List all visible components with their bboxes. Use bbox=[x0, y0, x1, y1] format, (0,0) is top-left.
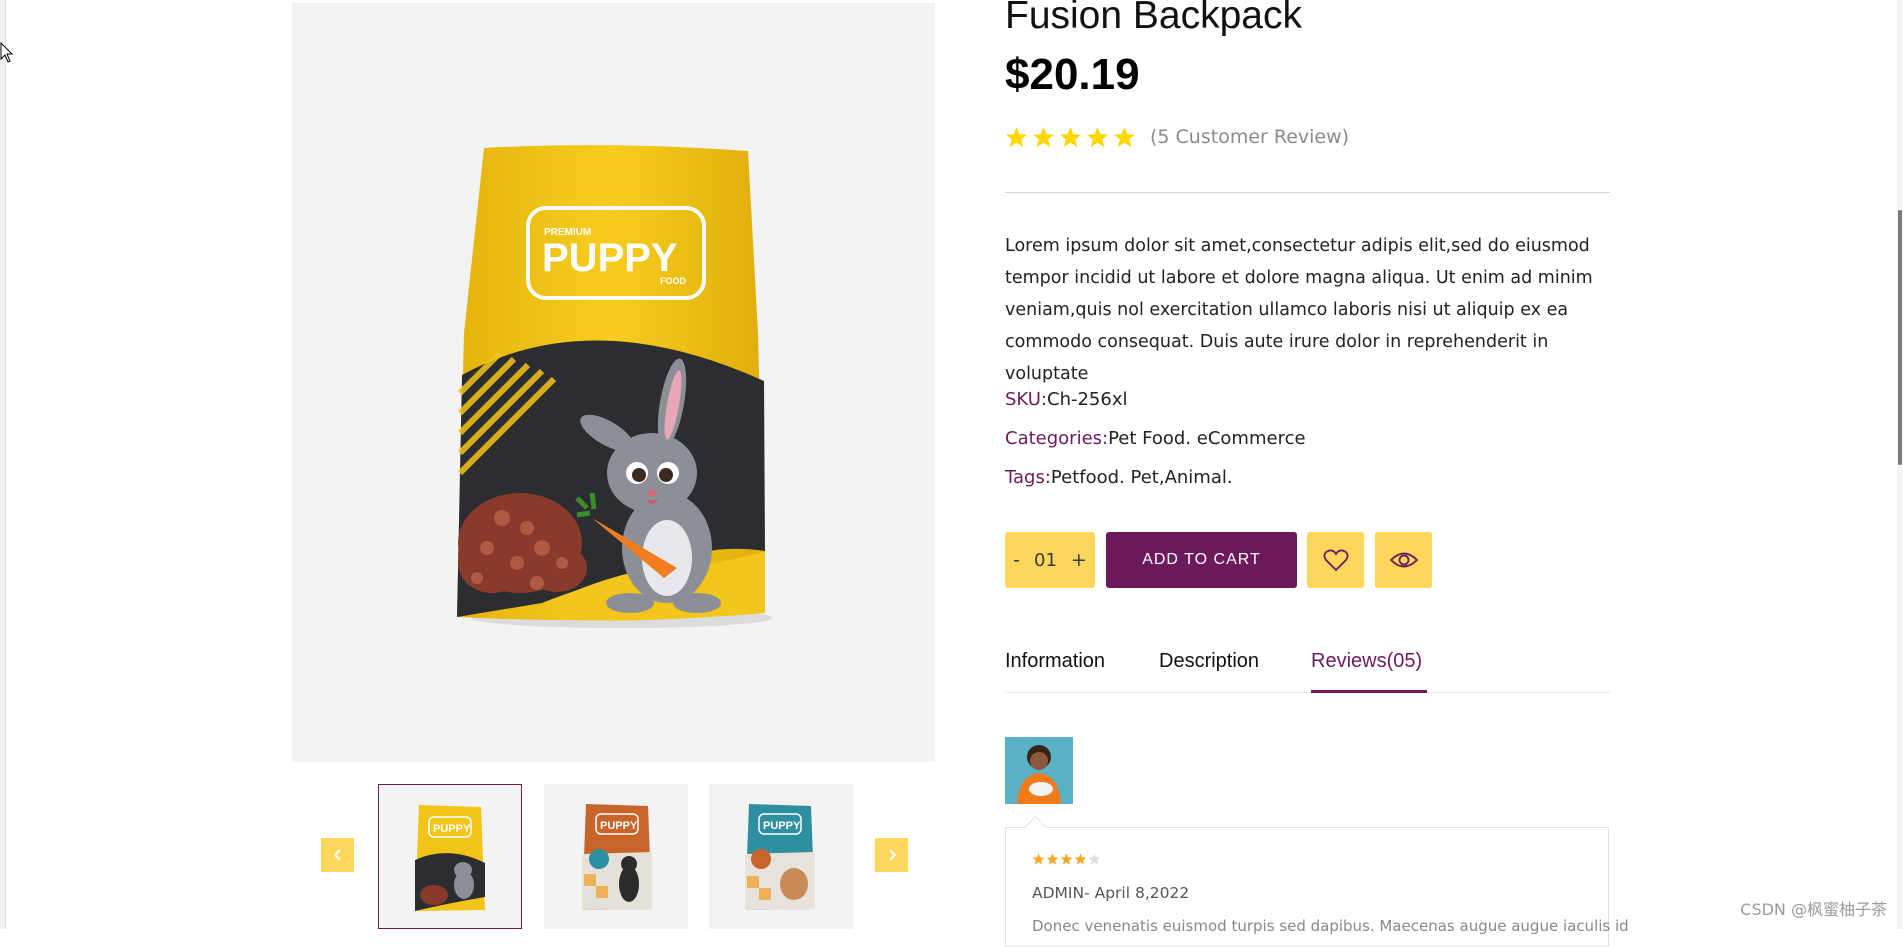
customer-review-count[interactable]: (5 Customer Review) bbox=[1150, 126, 1349, 148]
chevron-left-icon bbox=[333, 849, 341, 861]
tags-value[interactable]: Petfood. Pet,Animal. bbox=[1051, 467, 1233, 488]
tab-description[interactable]: Description bbox=[1159, 650, 1259, 673]
thumbnail-2-image: PUPPY bbox=[582, 804, 652, 910]
page-scrollbar[interactable] bbox=[1897, 0, 1903, 929]
review-text: Donec venenatis euismod turpis sed dapib… bbox=[1032, 917, 1629, 935]
chevron-right-icon bbox=[888, 849, 896, 861]
info-divider bbox=[1005, 192, 1610, 193]
thumbnail-1-brand: PUPPY bbox=[433, 823, 471, 835]
star-icon bbox=[1060, 853, 1073, 865]
heart-icon bbox=[1323, 549, 1348, 572]
product-price: $20.19 bbox=[1005, 50, 1140, 99]
star-icon bbox=[1086, 126, 1109, 148]
thumbnail-3[interactable]: PUPPY bbox=[709, 784, 853, 929]
star-icon bbox=[1032, 853, 1045, 865]
scrollbar-thumb[interactable] bbox=[1898, 210, 1902, 465]
categories-value[interactable]: Pet Food. eCommerce bbox=[1108, 428, 1305, 449]
tags-label: Tags: bbox=[1005, 467, 1051, 488]
gallery-next-button[interactable] bbox=[875, 838, 908, 872]
product-description: Lorem ipsum dolor sit amet,consectetur a… bbox=[1005, 236, 1593, 384]
product-tabs: Information Description Reviews(05) bbox=[1005, 650, 1610, 693]
sku-label: SKU: bbox=[1005, 389, 1047, 410]
gallery-prev-button[interactable] bbox=[321, 838, 354, 872]
review-author: ADMIN- bbox=[1032, 884, 1090, 902]
product-title: Fusion Backpack bbox=[1005, 0, 1302, 37]
thumbnail-2-brand: PUPPY bbox=[600, 820, 638, 832]
mouse-cursor-icon bbox=[0, 42, 14, 63]
review-date: April 8,2022 bbox=[1094, 884, 1190, 902]
quantity-decrease-button[interactable]: - bbox=[1013, 549, 1020, 571]
bag-brand-text: PUPPY bbox=[542, 236, 678, 280]
quantity-increase-button[interactable]: + bbox=[1071, 549, 1087, 571]
thumbnail-1-image: PUPPY bbox=[415, 805, 485, 911]
watermark: CSDN @枫蜜柚子茶 bbox=[1740, 900, 1887, 919]
star-empty-icon bbox=[1088, 853, 1101, 865]
star-icon bbox=[1032, 126, 1055, 148]
thumbnail-3-brand: PUPPY bbox=[763, 820, 801, 832]
reviewer-avatar bbox=[1005, 737, 1073, 804]
star-icon bbox=[1005, 126, 1028, 148]
puppy-food-bag-image: PREMIUM PUPPY FOOD bbox=[457, 145, 772, 628]
star-icon bbox=[1059, 126, 1082, 148]
star-icon bbox=[1113, 126, 1136, 148]
review-rating-stars bbox=[1032, 853, 1101, 865]
left-window-edge bbox=[0, 0, 6, 929]
active-tab-indicator bbox=[1311, 690, 1427, 693]
thumbnail-1[interactable]: PUPPY bbox=[378, 784, 522, 929]
tab-reviews[interactable]: Reviews(05) bbox=[1311, 650, 1422, 673]
star-icon bbox=[1074, 853, 1087, 865]
quantity-stepper: - 01 + bbox=[1005, 532, 1095, 588]
wishlist-button[interactable] bbox=[1307, 532, 1364, 588]
product-categories: Categories:Pet Food. eCommerce bbox=[1005, 428, 1306, 449]
rating-stars bbox=[1005, 126, 1136, 148]
tab-information[interactable]: Information bbox=[1005, 650, 1105, 673]
add-to-cart-button[interactable]: ADD TO CART bbox=[1106, 532, 1297, 588]
thumbnail-2[interactable]: PUPPY bbox=[544, 784, 688, 929]
product-sku: SKU:Ch-256xl bbox=[1005, 389, 1127, 410]
reviewer-avatar-image bbox=[1005, 737, 1073, 804]
quantity-value[interactable]: 01 bbox=[1034, 550, 1057, 571]
bag-food-text: FOOD bbox=[660, 276, 686, 286]
review-author-line: ADMIN- April 8,2022 bbox=[1032, 884, 1189, 902]
sku-value: Ch-256xl bbox=[1047, 389, 1128, 410]
eye-icon bbox=[1389, 552, 1418, 568]
product-tags: Tags:Petfood. Pet,Animal. bbox=[1005, 467, 1233, 488]
quick-view-button[interactable] bbox=[1375, 532, 1432, 588]
star-icon bbox=[1046, 853, 1059, 865]
categories-label: Categories: bbox=[1005, 428, 1109, 449]
product-rating: (5 Customer Review) bbox=[1005, 124, 1349, 150]
thumbnail-3-image: PUPPY bbox=[745, 804, 815, 910]
main-product-image[interactable]: PREMIUM PUPPY FOOD bbox=[292, 3, 935, 762]
